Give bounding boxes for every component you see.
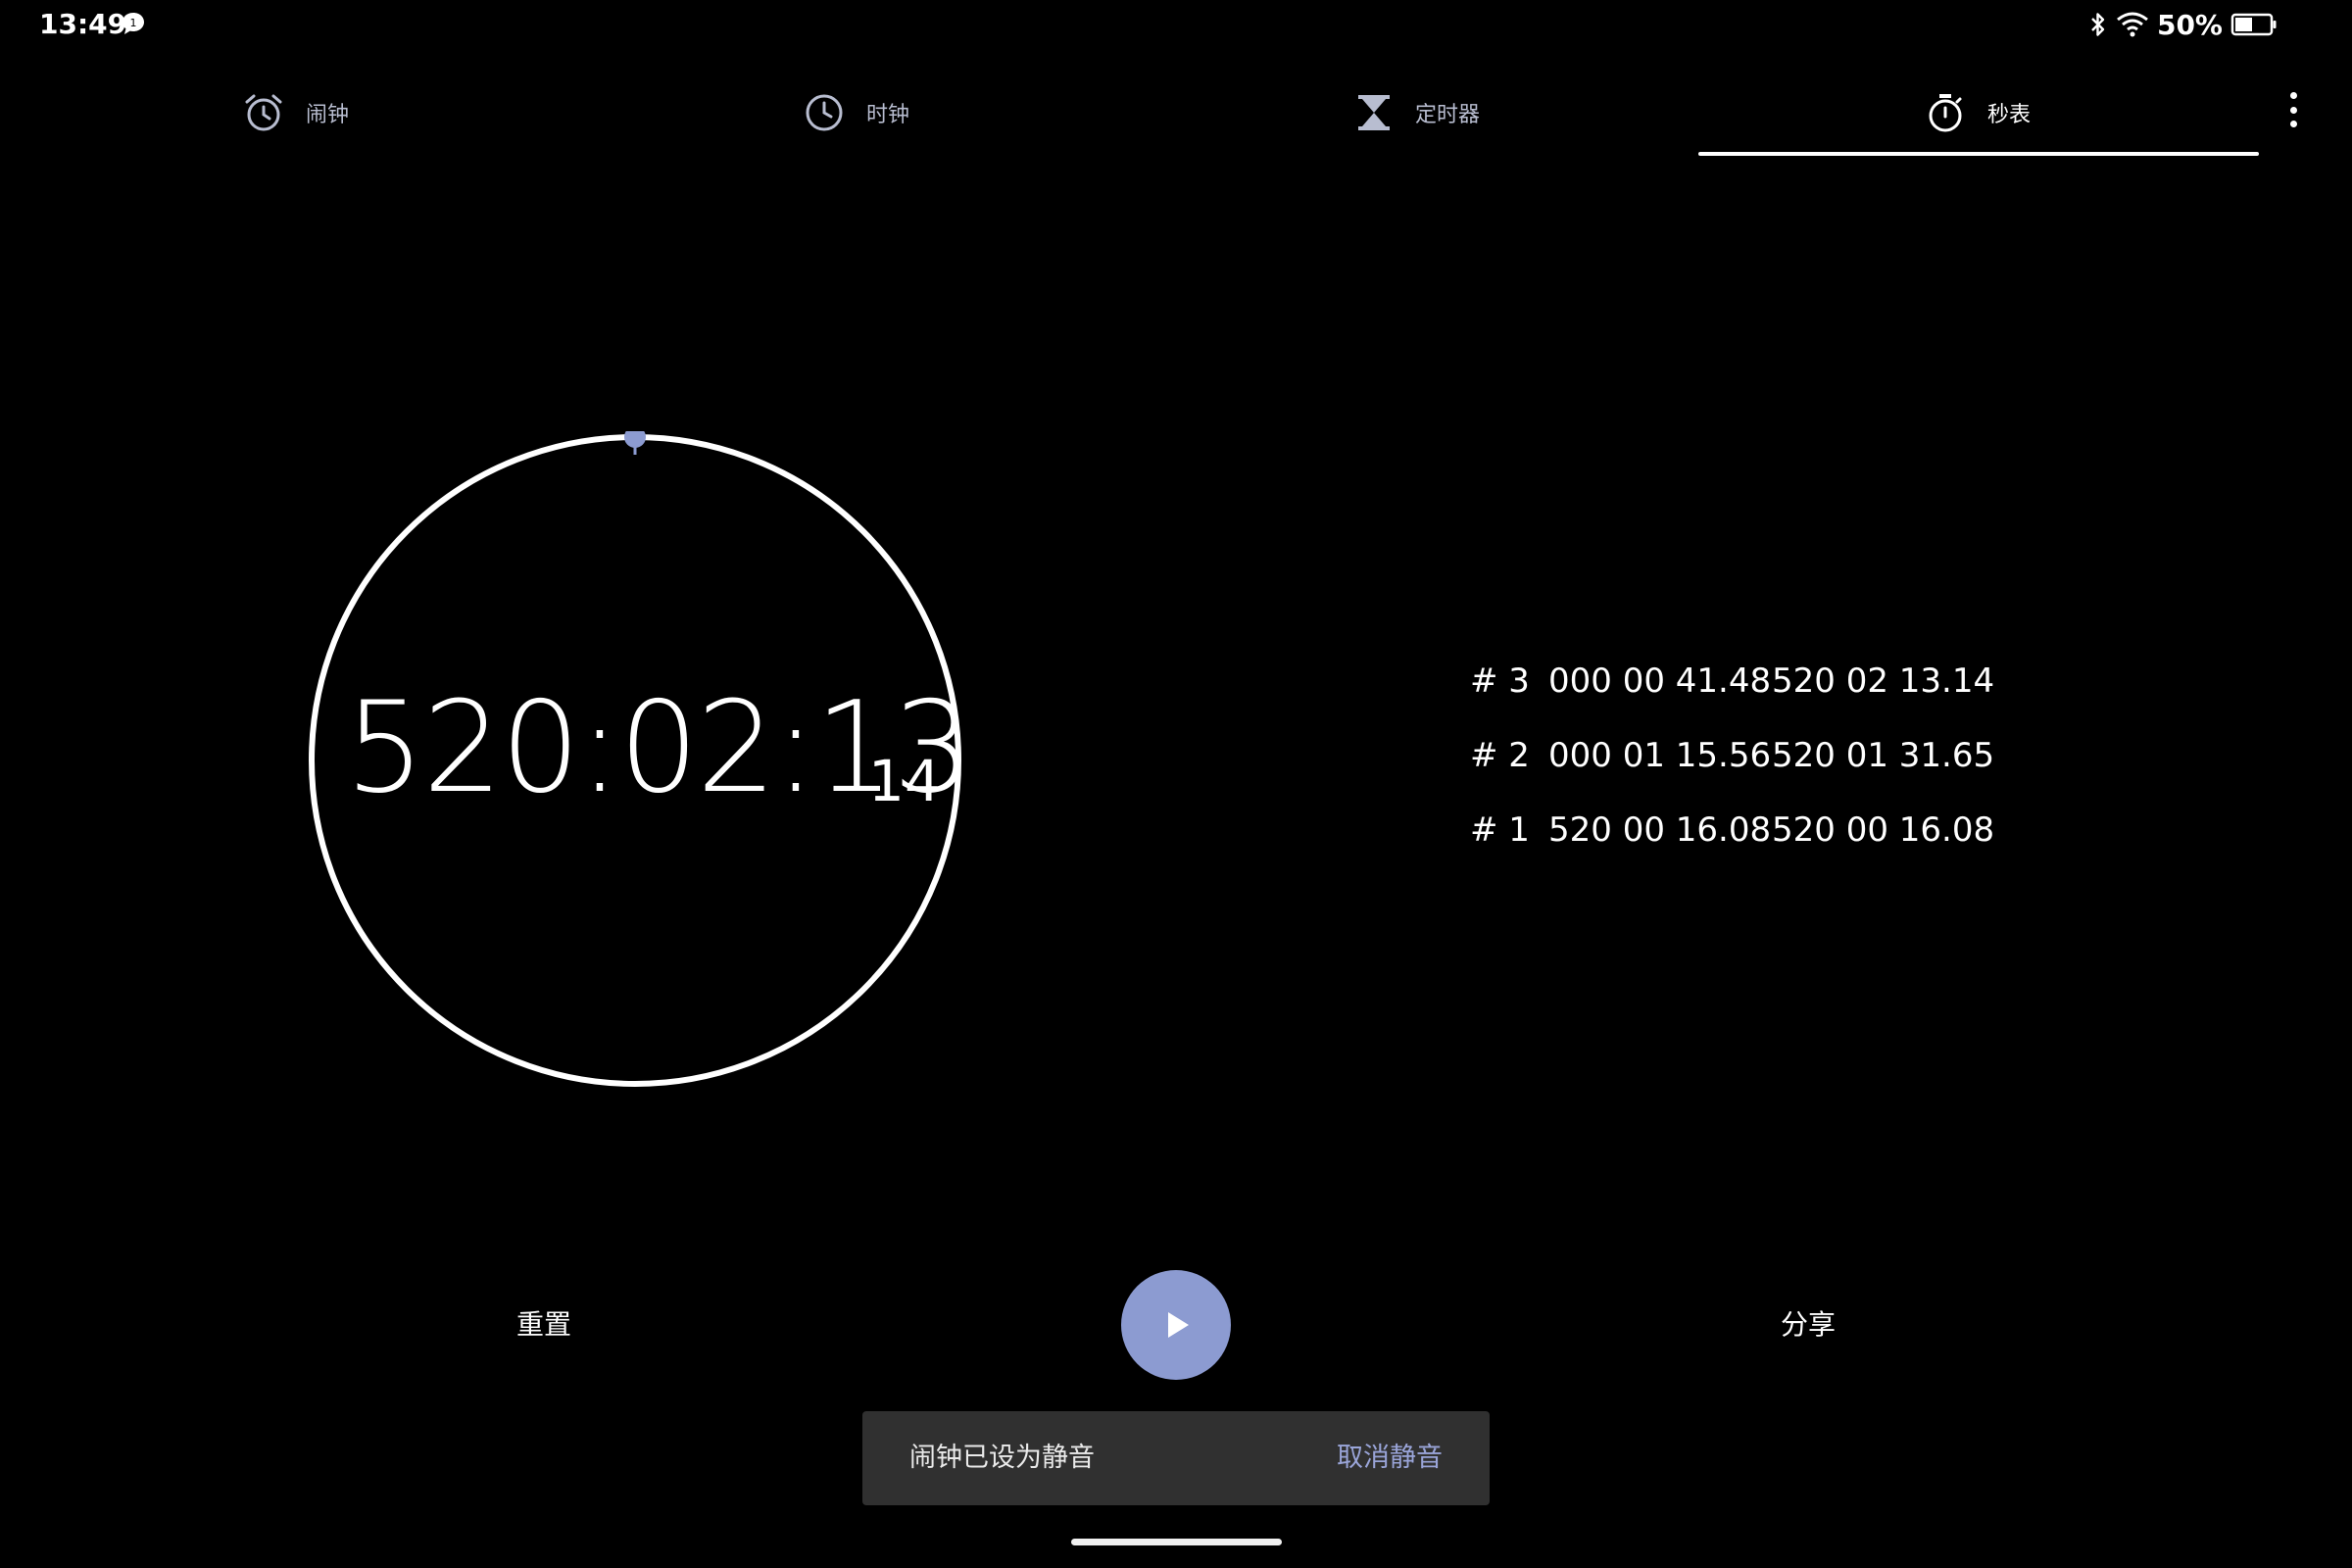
snackbar-message: 闹钟已设为静音 xyxy=(909,1443,1095,1473)
active-tab-indicator xyxy=(1698,152,2259,156)
more-options-button[interactable] xyxy=(2278,86,2308,133)
message-icon: 1 xyxy=(122,13,144,34)
alarm-icon xyxy=(245,94,282,131)
lap-total-time: 520 02 13.14 xyxy=(1772,662,1995,701)
lap-split-time: 000 00 41.48 xyxy=(1548,662,1772,701)
more-dot-icon xyxy=(2289,121,2297,127)
lap-total-time: 520 01 31.65 xyxy=(1772,736,1995,775)
lap-number: # 1 xyxy=(1470,810,1530,850)
lap-split-time: 000 01 15.56 xyxy=(1548,736,1772,775)
lap-split-time: 520 00 16.08 xyxy=(1548,810,1772,850)
battery-icon xyxy=(2230,13,2277,36)
play-button[interactable] xyxy=(1121,1270,1231,1380)
hourglass-icon xyxy=(1358,95,1390,130)
home-indicator[interactable] xyxy=(1071,1539,1282,1545)
lap-number: # 2 xyxy=(1470,736,1530,775)
lap-row: # 1 520 00 16.08 520 00 16.08 xyxy=(1470,810,2058,859)
elapsed-time: 520:02:13 xyxy=(345,675,972,821)
tab-timer[interactable]: 定时器 xyxy=(1354,69,1480,157)
lap-row: # 3 000 00 41.48 520 02 13.14 xyxy=(1470,662,2058,710)
tab-label: 秒表 xyxy=(1987,103,2032,127)
lap-total-time: 520 00 16.08 xyxy=(1772,810,1995,850)
unmute-button[interactable]: 取消静音 xyxy=(1337,1411,1443,1505)
tab-stopwatch[interactable]: 秒表 xyxy=(1925,69,2031,157)
battery-percent: 50% xyxy=(2156,8,2223,41)
stopwatch-screen: 13:49 1 50% 闹钟 时钟 定时器 秒表 520:02:13 14 # … xyxy=(0,0,2352,1568)
tab-label: 时钟 xyxy=(866,103,910,127)
bluetooth-icon xyxy=(2091,13,2105,36)
wifi-icon xyxy=(2117,12,2148,37)
status-bar: 13:49 1 50% xyxy=(0,0,2352,49)
snackbar: 闹钟已设为静音 取消静音 xyxy=(862,1411,1490,1505)
elapsed-centiseconds: 14 xyxy=(868,748,941,814)
reset-button[interactable]: 重置 xyxy=(490,1303,598,1347)
tab-clock[interactable]: 时钟 xyxy=(804,69,909,157)
status-time: 13:49 xyxy=(39,8,127,40)
share-button[interactable]: 分享 xyxy=(1754,1303,1862,1347)
more-dot-icon xyxy=(2289,92,2297,99)
tab-label: 闹钟 xyxy=(306,103,350,127)
clock-icon xyxy=(806,94,843,131)
tab-bar: 闹钟 时钟 定时器 秒表 xyxy=(0,69,2254,157)
tab-alarm[interactable]: 闹钟 xyxy=(243,69,349,157)
dial-position-marker xyxy=(624,431,646,448)
tab-label: 定时器 xyxy=(1415,103,1481,127)
notification-count: 1 xyxy=(130,17,137,29)
lap-number: # 3 xyxy=(1470,662,1530,701)
play-icon xyxy=(1168,1312,1189,1338)
stopwatch-icon xyxy=(1929,94,1962,132)
more-dot-icon xyxy=(2289,106,2297,114)
status-right-group: 50% xyxy=(2088,8,2278,41)
lap-row: # 2 000 01 15.56 520 01 31.65 xyxy=(1470,736,2058,785)
